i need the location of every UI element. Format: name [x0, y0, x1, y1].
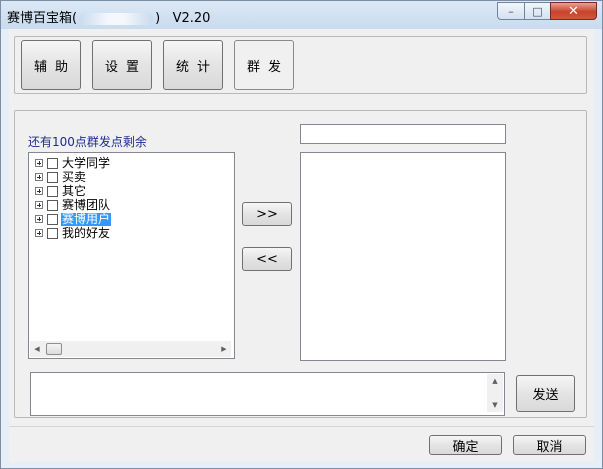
scroll-right-icon[interactable]: ▶ — [217, 341, 231, 357]
add-recipients-button[interactable]: >> — [242, 202, 292, 226]
selected-recipients-list[interactable] — [300, 152, 506, 361]
expand-icon[interactable] — [35, 187, 43, 195]
maximize-button[interactable]: □ — [524, 2, 551, 20]
version-text: V2.20 — [172, 11, 211, 26]
tree-item-label-selected: 赛博用户 — [61, 211, 112, 226]
tab-settings[interactable]: 设置 — [92, 40, 152, 90]
remaining-points-label: 还有100点群发点剩余 — [28, 135, 147, 149]
expand-icon[interactable] — [35, 159, 43, 167]
checkbox[interactable] — [47, 199, 58, 211]
checkbox[interactable] — [47, 227, 58, 239]
redacted-account — [79, 12, 154, 25]
contact-tree[interactable]: 大学同学 买卖 其它 赛博团队 赛博用户 我的好友 ◀ ▶ — [28, 152, 235, 359]
recipient-input[interactable] — [300, 124, 506, 144]
expand-icon[interactable] — [35, 201, 43, 209]
tree-item-label: 赛博团队 — [62, 197, 111, 212]
window-title: 赛博百宝箱() V2.20 — [7, 7, 210, 26]
tree-item-label: 大学同学 — [62, 155, 111, 170]
add-label: >> — [256, 206, 278, 222]
title-text: 赛博百宝箱( — [7, 11, 78, 26]
checkbox[interactable] — [47, 213, 58, 225]
expand-icon[interactable] — [35, 173, 43, 181]
tab-label: 群发 — [246, 59, 289, 75]
minimize-button[interactable]: – — [497, 2, 525, 20]
footer-divider — [9, 426, 594, 427]
tab-mass-send[interactable]: 群发 — [234, 40, 294, 90]
checkbox[interactable] — [47, 157, 58, 169]
checkbox[interactable] — [47, 171, 58, 183]
cancel-button[interactable]: 取消 — [513, 435, 586, 455]
send-button[interactable]: 发送 — [516, 375, 575, 412]
checkbox[interactable] — [47, 185, 58, 197]
expand-icon[interactable] — [35, 229, 43, 237]
tree-item[interactable]: 赛博团队 — [35, 198, 111, 212]
cancel-label: 取消 — [536, 439, 563, 455]
tree-item[interactable]: 赛博用户 — [35, 211, 112, 226]
send-label: 发送 — [532, 388, 559, 403]
maximize-icon: □ — [532, 4, 543, 18]
vertical-scrollbar[interactable]: ▲ ▼ — [487, 374, 503, 412]
tab-assist[interactable]: 辅助 — [21, 40, 81, 90]
tree-item[interactable]: 大学同学 — [35, 156, 111, 170]
tree-item-label: 买卖 — [62, 169, 87, 184]
scroll-left-icon[interactable]: ◀ — [30, 341, 44, 357]
tab-label: 统计 — [175, 59, 218, 75]
scroll-thumb[interactable] — [46, 343, 62, 355]
remove-label: << — [256, 251, 278, 267]
tree-item-label: 其它 — [62, 183, 87, 198]
tab-label: 辅助 — [33, 59, 76, 75]
expand-icon[interactable] — [35, 215, 43, 223]
ok-label: 确定 — [452, 439, 479, 455]
message-input[interactable]: ▲ ▼ — [30, 372, 505, 416]
scroll-down-icon[interactable]: ▼ — [488, 398, 502, 412]
tree-item[interactable]: 买卖 — [35, 170, 87, 184]
ok-button[interactable]: 确定 — [429, 435, 502, 455]
close-button[interactable]: ✕ — [550, 2, 597, 20]
close-icon: ✕ — [568, 3, 579, 19]
client-area: 辅助 设置 统计 群发 还有100点群发点剩余 大学同学 买卖 其它 赛博团队 … — [9, 29, 594, 462]
tree-item[interactable]: 其它 — [35, 184, 87, 198]
tree-item-label: 我的好友 — [62, 225, 111, 240]
tab-stats[interactable]: 统计 — [163, 40, 223, 90]
horizontal-scrollbar[interactable]: ◀ ▶ — [30, 341, 231, 357]
minimize-icon: – — [508, 4, 514, 18]
tree-item[interactable]: 我的好友 — [35, 226, 111, 240]
remove-recipients-button[interactable]: << — [242, 247, 292, 271]
scroll-up-icon[interactable]: ▲ — [488, 374, 502, 388]
title-paren: ) — [155, 11, 161, 26]
tab-label: 设置 — [104, 59, 147, 75]
main-window: 赛博百宝箱() V2.20 – □ ✕ 辅助 设置 统计 群发 还有100点群发… — [0, 0, 603, 469]
title-bar[interactable]: 赛博百宝箱() V2.20 – □ ✕ — [1, 1, 602, 29]
